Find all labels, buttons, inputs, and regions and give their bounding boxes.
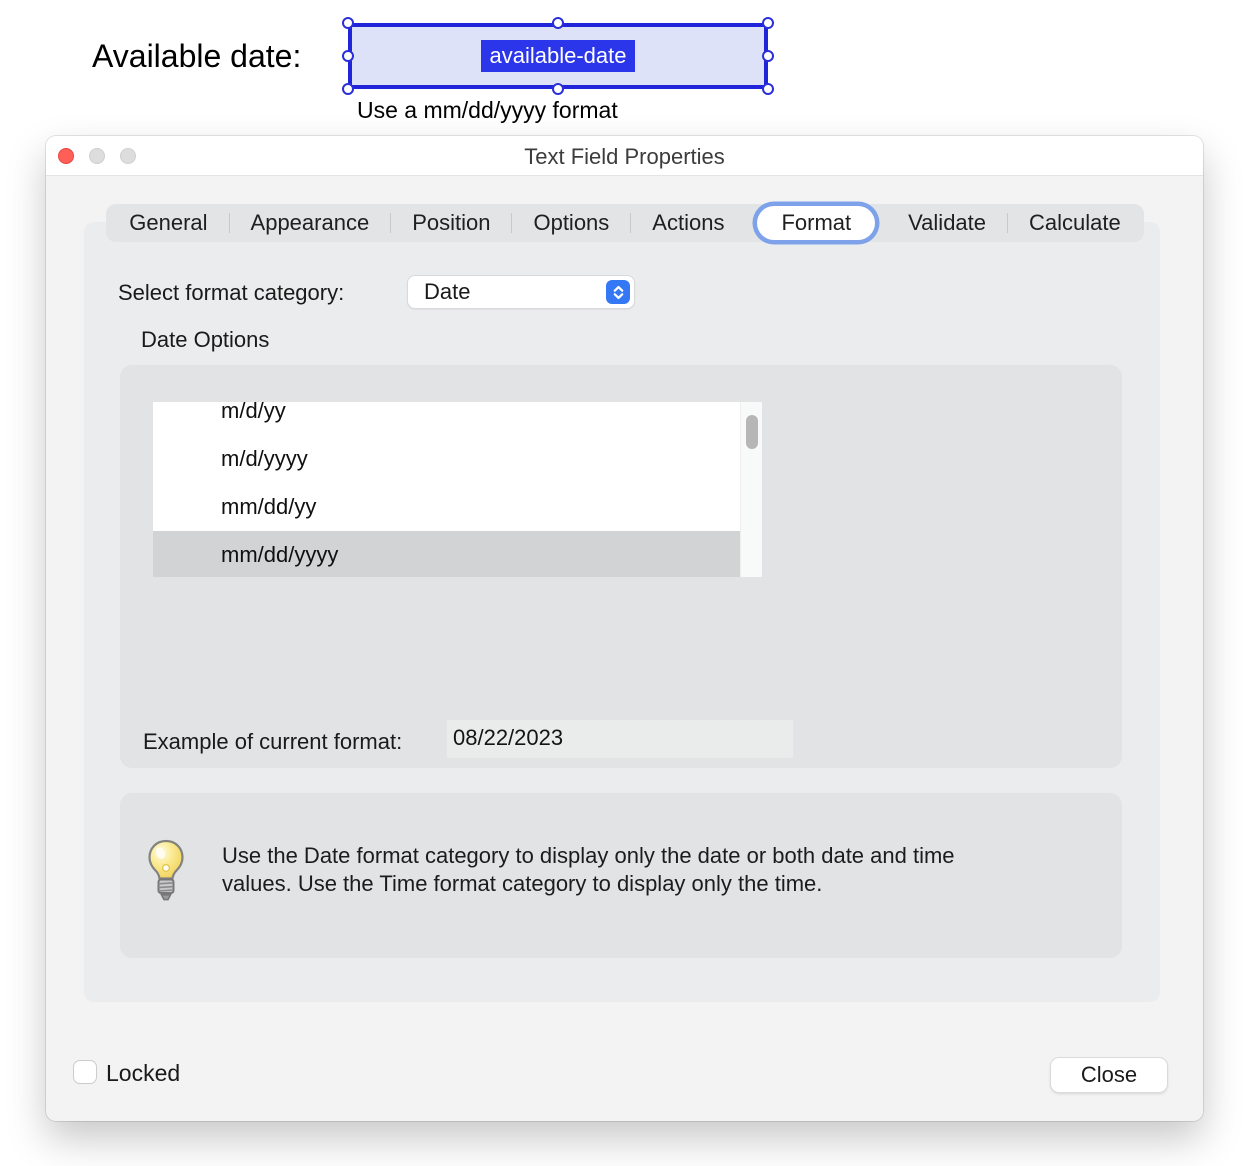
format-category-select[interactable]: Date bbox=[408, 276, 634, 308]
format-category-value: Date bbox=[424, 279, 470, 305]
field-tooltip-text: Use a mm/dd/yyyy format bbox=[357, 97, 618, 124]
selection-handle[interactable] bbox=[552, 83, 564, 95]
field-name-highlighted-text: available-date bbox=[481, 40, 636, 72]
selection-handle[interactable] bbox=[762, 83, 774, 95]
selection-handle[interactable] bbox=[762, 17, 774, 29]
selection-handle[interactable] bbox=[342, 83, 354, 95]
date-options-groupbox: m/d/yy m/d/yyyy mm/dd/yy mm/dd/yyyy Exam… bbox=[120, 365, 1122, 768]
scrollbar-track[interactable] bbox=[740, 402, 762, 577]
scrollbar-thumb[interactable] bbox=[746, 415, 758, 449]
titlebar[interactable]: Text Field Properties bbox=[46, 136, 1203, 176]
list-item[interactable]: m/d/yy bbox=[153, 402, 740, 435]
tab-bar: General Appearance Position Options Acti… bbox=[106, 204, 1144, 242]
date-format-list[interactable]: m/d/yy m/d/yyyy mm/dd/yy mm/dd/yyyy bbox=[153, 402, 762, 577]
list-item-selected[interactable]: mm/dd/yyyy bbox=[153, 531, 740, 577]
tab-position[interactable]: Position bbox=[391, 206, 511, 240]
tab-options[interactable]: Options bbox=[512, 206, 630, 240]
selection-handle[interactable] bbox=[342, 17, 354, 29]
tab-format[interactable]: Format bbox=[757, 206, 875, 240]
selection-handle[interactable] bbox=[342, 50, 354, 62]
tab-appearance[interactable]: Appearance bbox=[230, 206, 391, 240]
text-field-properties-dialog: Text Field Properties Select format cate… bbox=[46, 136, 1203, 1121]
close-button[interactable]: Close bbox=[1051, 1058, 1167, 1092]
format-tab-panel: Select format category: Date Date Option… bbox=[84, 222, 1160, 1002]
locked-label: Locked bbox=[106, 1060, 180, 1087]
tab-general[interactable]: General bbox=[108, 206, 228, 240]
window-title: Text Field Properties bbox=[46, 144, 1203, 170]
tab-validate[interactable]: Validate bbox=[887, 206, 1007, 240]
tip-box: Use the Date format category to display … bbox=[120, 793, 1122, 958]
tip-text-line: Use the Date format category to display … bbox=[222, 842, 955, 870]
selection-handle[interactable] bbox=[552, 17, 564, 29]
format-category-label: Select format category: bbox=[118, 280, 344, 306]
date-format-rows: m/d/yy m/d/yyyy mm/dd/yy mm/dd/yyyy bbox=[153, 402, 740, 577]
up-down-chevrons-icon bbox=[606, 280, 630, 304]
list-item[interactable]: m/d/yyyy bbox=[153, 435, 740, 483]
lightbulb-icon bbox=[146, 839, 186, 910]
available-date-form-field[interactable]: available-date bbox=[348, 23, 768, 89]
list-item[interactable]: mm/dd/yy bbox=[153, 483, 740, 531]
tab-actions[interactable]: Actions bbox=[631, 206, 745, 240]
tip-text-line: values. Use the Time format category to … bbox=[222, 870, 822, 898]
locked-checkbox[interactable] bbox=[74, 1061, 96, 1083]
example-format-label: Example of current format: bbox=[143, 729, 402, 755]
screen: Available date: available-date Use a mm/… bbox=[0, 0, 1244, 1166]
example-format-value: 08/22/2023 bbox=[447, 720, 793, 758]
field-caption-label: Available date: bbox=[92, 38, 301, 75]
tab-calculate[interactable]: Calculate bbox=[1008, 206, 1142, 240]
date-options-label: Date Options bbox=[141, 327, 269, 353]
selection-handle[interactable] bbox=[762, 50, 774, 62]
